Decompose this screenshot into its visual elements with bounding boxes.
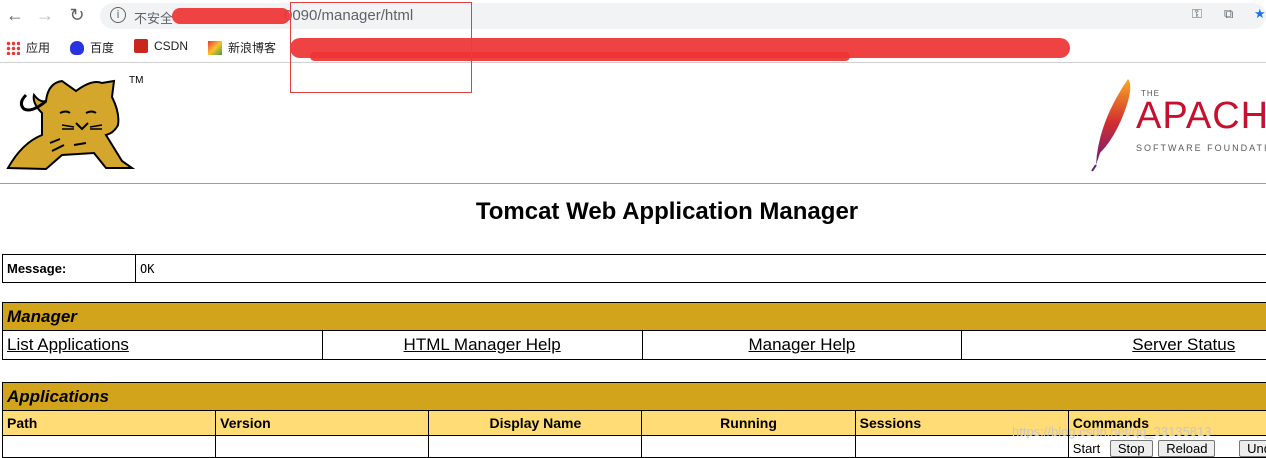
col-path: Path (3, 411, 216, 436)
page-title: Tomcat Web Application Manager (0, 198, 1266, 226)
csdn-icon (134, 39, 148, 53)
cell-display-name (429, 436, 642, 458)
cell-path (3, 436, 216, 458)
back-icon[interactable]: ← (4, 4, 26, 26)
star-icon[interactable]: ★ (1254, 6, 1266, 22)
translate-icon[interactable]: ⧉ (1224, 6, 1233, 22)
list-applications-link[interactable]: List Applications (7, 335, 129, 354)
apache-feather-icon (1088, 73, 1138, 173)
server-status-cell: Server Status (962, 331, 1266, 360)
apache-name: APACHE (1136, 95, 1266, 138)
sina-blog-icon (208, 41, 222, 55)
col-display-name: Display Name (429, 411, 642, 436)
manager-section: Manager List Applications HTML Manager H… (2, 302, 1266, 360)
bookmark-sina[interactable]: 新浪博客 (208, 39, 276, 56)
forward-icon[interactable]: → (34, 4, 56, 26)
trademark-label: TM (129, 75, 143, 86)
bookmark-baidu[interactable]: 百度 (70, 39, 114, 56)
reload-button[interactable]: Reload (1158, 440, 1215, 457)
server-status-link[interactable]: Server Status (1132, 335, 1235, 354)
applications-section: Applications Path Version Display Name R… (2, 382, 1266, 458)
stop-button[interactable]: Stop (1110, 440, 1153, 457)
apps-grid-icon (6, 41, 20, 55)
message-table: Message: OK (2, 254, 1266, 283)
col-running: Running (642, 411, 855, 436)
col-version: Version (216, 411, 429, 436)
cell-version (216, 436, 429, 458)
key-icon[interactable]: ⚿ (1192, 6, 1202, 22)
page-header: TM THE APACHE SOFTWARE FOUNDATION (0, 63, 1266, 184)
bookmark-apps[interactable]: 应用 (6, 39, 50, 56)
message-value: OK (136, 255, 1266, 283)
baidu-paw-icon (70, 41, 84, 55)
apache-logo[interactable]: THE APACHE SOFTWARE FOUNDATION (1088, 73, 1266, 173)
message-label: Message: (3, 255, 136, 283)
cell-running (642, 436, 855, 458)
undeploy-button[interactable]: Undeploy (1239, 440, 1266, 457)
info-icon[interactable]: i (110, 7, 126, 23)
insecure-label: 不安全 (134, 8, 173, 27)
manager-title: Manager (3, 303, 1266, 331)
manager-help-cell: Manager Help (642, 331, 962, 360)
html-manager-help-link[interactable]: HTML Manager Help (404, 335, 561, 354)
list-applications-cell: List Applications (3, 331, 323, 360)
tomcat-logo[interactable] (2, 73, 142, 183)
start-label: Start (1073, 441, 1100, 456)
html-manager-help-cell: HTML Manager Help (322, 331, 642, 360)
redaction-mark (172, 8, 290, 24)
manager-help-link[interactable]: Manager Help (748, 335, 855, 354)
reload-icon[interactable]: ↻ (66, 4, 88, 26)
bookmark-csdn[interactable]: CSDN (134, 39, 188, 53)
apache-subtitle: SOFTWARE FOUNDATION (1136, 143, 1266, 153)
watermark: https://blog.csdn.net/qq_33135813 (1012, 424, 1212, 439)
applications-title: Applications (3, 383, 1266, 411)
